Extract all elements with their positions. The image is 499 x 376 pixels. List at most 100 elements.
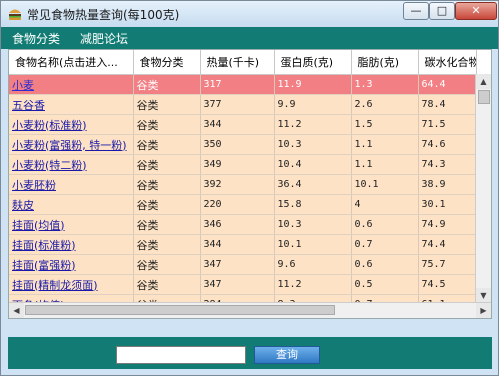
protein-cell: 10.3 (274, 214, 352, 235)
food-name-cell: 挂面(均值) (9, 214, 134, 235)
table-row[interactable]: 小麦粉(标准粉) 谷类 344 11.2 1.5 71.5 (9, 114, 477, 135)
category-cell: 谷类 (133, 174, 201, 195)
table-row[interactable]: 挂面(精制龙须面) 谷类 347 11.2 0.5 74.5 (9, 274, 477, 295)
protein-cell: 15.8 (274, 194, 352, 215)
food-name-cell: 挂面(精制龙须面) (9, 274, 134, 295)
carbs-cell: 74.6 (418, 134, 477, 155)
table-row[interactable]: 五谷香 谷类 377 9.9 2.6 78.4 (9, 94, 477, 115)
carbs-cell: 78.4 (418, 94, 477, 115)
app-window: 常见食物热量查询(每100克) — □ ✕ 食物分类 减肥论坛 食物名称(点击进… (0, 0, 499, 376)
scroll-down-arrow-icon[interactable]: ▼ (476, 288, 491, 303)
table-row[interactable]: 小麦 谷类 317 11.9 1.3 64.4 (9, 74, 477, 95)
food-name-cell: 挂面(富强粉) (9, 254, 134, 275)
food-link[interactable]: 五谷香 (12, 99, 45, 112)
category-cell: 谷类 (133, 214, 201, 235)
vertical-scrollbar[interactable]: ▲ ▼ (475, 74, 491, 303)
scroll-left-arrow-icon[interactable]: ◀ (9, 303, 24, 318)
protein-cell: 11.9 (274, 74, 352, 95)
category-cell: 谷类 (133, 94, 201, 115)
table-row[interactable]: 挂面(标准粉) 谷类 344 10.1 0.7 74.4 (9, 234, 477, 255)
column-header-name[interactable]: 食物名称(点击进入... (9, 50, 134, 75)
fat-cell: 0.7 (351, 234, 419, 255)
menu-bar: 食物分类 减肥论坛 (1, 27, 498, 49)
calories-cell: 344 (200, 114, 275, 135)
menu-item-food-category[interactable]: 食物分类 (12, 30, 60, 47)
food-link[interactable]: 挂面(均值) (12, 219, 65, 232)
calories-cell: 220 (200, 194, 275, 215)
title-bar[interactable]: 常见食物热量查询(每100克) — □ ✕ (1, 1, 498, 27)
calories-cell: 350 (200, 134, 275, 155)
calories-cell: 346 (200, 214, 275, 235)
column-header-carbs[interactable]: 碳水化合物 (418, 50, 477, 75)
table-row[interactable]: 小麦粉(特二粉) 谷类 349 10.4 1.1 74.3 (9, 154, 477, 175)
category-cell: 谷类 (133, 154, 201, 175)
fat-cell: 1.3 (351, 74, 419, 95)
scroll-up-arrow-icon[interactable]: ▲ (476, 74, 491, 89)
protein-cell: 9.9 (274, 94, 352, 115)
food-link[interactable]: 挂面(富强粉) (12, 259, 76, 272)
column-header-category[interactable]: 食物分类 (133, 50, 201, 75)
calories-cell: 349 (200, 154, 275, 175)
fat-cell: 0.5 (351, 274, 419, 295)
carbs-cell: 38.9 (418, 174, 477, 195)
table-row[interactable]: 挂面(均值) 谷类 346 10.3 0.6 74.9 (9, 214, 477, 235)
category-cell: 谷类 (133, 254, 201, 275)
maximize-button[interactable]: □ (429, 2, 455, 20)
food-link[interactable]: 小麦粉(标准粉) (12, 119, 87, 132)
column-header-protein[interactable]: 蛋白质(克) (274, 50, 352, 75)
table-row[interactable]: 小麦粉(富强粉, 特一粉) 谷类 350 10.3 1.1 74.6 (9, 134, 477, 155)
food-link[interactable]: 小麦粉(特二粉) (12, 159, 87, 172)
table-header-row: 食物名称(点击进入... 食物分类 热量(千卡) 蛋白质(克) 脂肪(克) 碳水… (9, 50, 477, 75)
calories-cell: 317 (200, 74, 275, 95)
scroll-right-arrow-icon[interactable]: ▶ (476, 303, 491, 318)
food-link[interactable]: 麸皮 (12, 199, 34, 212)
horizontal-scroll-thumb[interactable] (25, 305, 335, 315)
food-name-cell: 小麦胚粉 (9, 174, 134, 195)
food-link[interactable]: 小麦粉(富强粉, 特一粉) (12, 139, 127, 152)
carbs-cell: 75.7 (418, 254, 477, 275)
food-name-cell: 小麦粉(标准粉) (9, 114, 134, 135)
carbs-cell: 30.1 (418, 194, 477, 215)
column-header-fat[interactable]: 脂肪(克) (351, 50, 419, 75)
window-title: 常见食物热量查询(每100克) (27, 8, 180, 22)
table-row[interactable]: 麸皮 谷类 220 15.8 4 30.1 (9, 194, 477, 215)
protein-cell: 10.4 (274, 154, 352, 175)
search-input[interactable] (116, 346, 246, 364)
minimize-button[interactable]: — (403, 2, 429, 20)
calories-cell: 377 (200, 94, 275, 115)
horizontal-scrollbar[interactable]: ◀ ▶ (9, 302, 491, 318)
protein-cell: 11.2 (274, 274, 352, 295)
food-link[interactable]: 小麦胚粉 (12, 179, 56, 192)
close-button[interactable]: ✕ (455, 2, 497, 20)
carbs-cell: 74.5 (418, 274, 477, 295)
carbs-cell: 74.3 (418, 154, 477, 175)
food-link[interactable]: 小麦 (12, 79, 34, 92)
protein-cell: 10.1 (274, 234, 352, 255)
vertical-scroll-thumb[interactable] (478, 90, 490, 104)
query-button[interactable]: 查询 (254, 346, 320, 364)
fat-cell: 0.6 (351, 214, 419, 235)
food-link[interactable]: 挂面(标准粉) (12, 239, 76, 252)
food-name-cell: 麸皮 (9, 194, 134, 215)
carbs-cell: 64.4 (418, 74, 477, 95)
protein-cell: 36.4 (274, 174, 352, 195)
carbs-cell: 74.9 (418, 214, 477, 235)
fat-cell: 10.1 (351, 174, 419, 195)
food-name-cell: 小麦粉(富强粉, 特一粉) (9, 134, 134, 155)
fat-cell: 2.6 (351, 94, 419, 115)
category-cell: 谷类 (133, 234, 201, 255)
column-header-calories[interactable]: 热量(千卡) (200, 50, 275, 75)
category-cell: 谷类 (133, 114, 201, 135)
fat-cell: 1.1 (351, 134, 419, 155)
fat-cell: 4 (351, 194, 419, 215)
burger-icon (9, 9, 21, 20)
menu-item-diet-forum[interactable]: 减肥论坛 (80, 30, 128, 47)
fat-cell: 1.1 (351, 154, 419, 175)
table-row[interactable]: 挂面(富强粉) 谷类 347 9.6 0.6 75.7 (9, 254, 477, 275)
table-row[interactable]: 小麦胚粉 谷类 392 36.4 10.1 38.9 (9, 174, 477, 195)
food-table: 食物名称(点击进入... 食物分类 热量(千卡) 蛋白质(克) 脂肪(克) 碳水… (9, 50, 477, 315)
category-cell: 谷类 (133, 274, 201, 295)
food-name-cell: 小麦 (9, 74, 134, 95)
food-link[interactable]: 挂面(精制龙须面) (12, 279, 98, 292)
food-name-cell: 小麦粉(特二粉) (9, 154, 134, 175)
